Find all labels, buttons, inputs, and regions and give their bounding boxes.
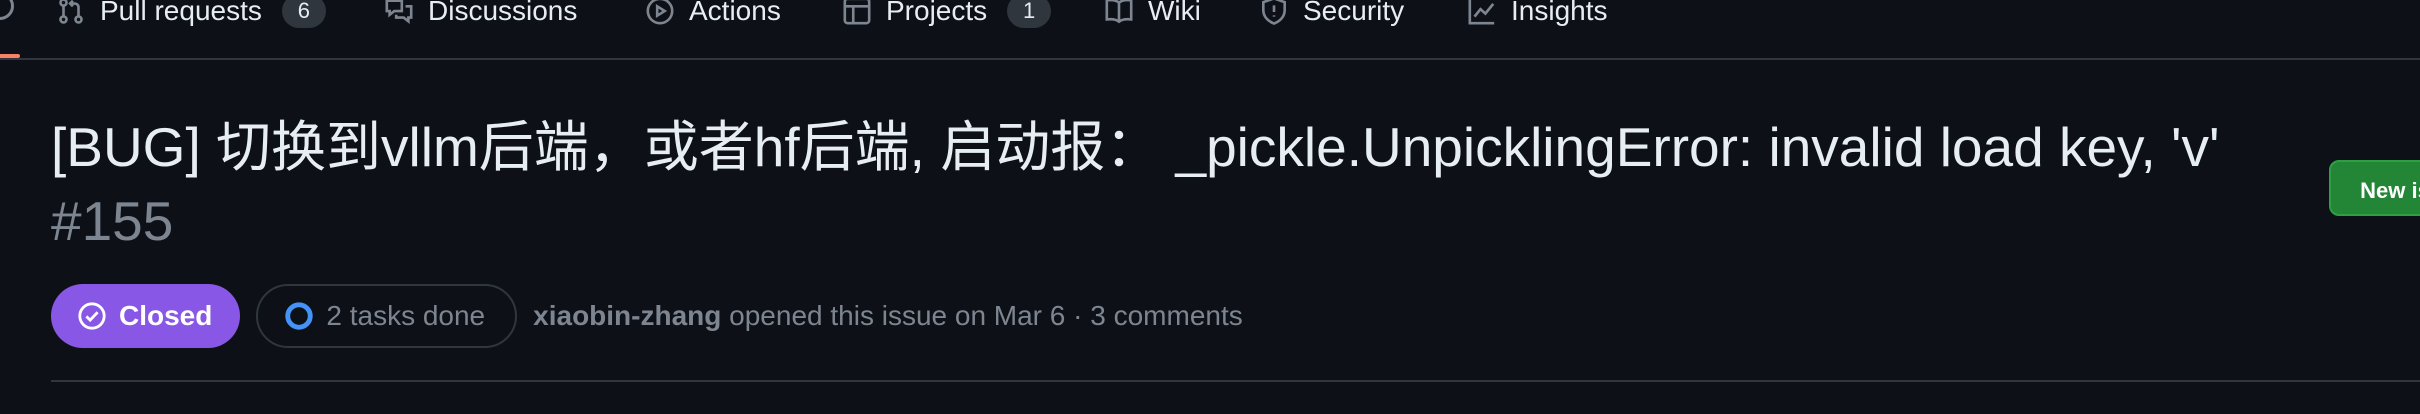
code-tab-icon[interactable]: [0, 0, 14, 20]
table-icon: [843, 0, 871, 25]
tab-discussions-label: Discussions: [428, 0, 578, 26]
header-divider: [51, 380, 2420, 382]
book-icon: [1105, 0, 1133, 24]
progress-circle-icon: [285, 302, 314, 330]
opened-text: opened this issue on Mar 6 · 3 comments: [729, 300, 1243, 331]
tab-insights[interactable]: Insights: [1467, 0, 1608, 36]
tab-projects-label: Projects: [886, 0, 988, 26]
git-pull-request-icon: [59, 0, 83, 24]
tasks-progress[interactable]: 2 tasks done: [256, 284, 518, 348]
tab-wiki-label: Wiki: [1148, 0, 1201, 26]
new-issue-button[interactable]: New is: [2329, 160, 2420, 216]
check-circle-icon: [78, 302, 106, 330]
tab-pull-requests-label: Pull requests: [100, 0, 262, 26]
tasks-progress-label: 2 tasks done: [326, 300, 486, 331]
tab-actions-label: Actions: [689, 0, 781, 26]
author-link[interactable]: xiaobin-zhang: [533, 300, 721, 331]
tab-security[interactable]: Security: [1259, 0, 1404, 36]
tab-insights-label: Insights: [1511, 0, 1608, 26]
issue-opened-info: xiaobin-zhang opened this issue on Mar 6…: [533, 300, 1243, 332]
issue-meta: Closed 2 tasks done xiaobin-zhang opened…: [51, 284, 1243, 348]
issue-title-text: [BUG] 切换到vllm后端，或者hf后端, 启动报： _pickle.Unp…: [51, 116, 2220, 178]
issue-number: #155: [51, 190, 174, 252]
pull-requests-counter: 6: [281, 0, 326, 28]
tab-security-label: Security: [1303, 0, 1405, 26]
issue-page: Pull requests 6 Discussions Actions Proj…: [0, 0, 2420, 414]
tab-projects[interactable]: Projects 1: [842, 0, 1052, 36]
projects-counter: 1: [1007, 0, 1052, 28]
tab-actions[interactable]: Actions: [645, 0, 781, 36]
status-badge: Closed: [51, 284, 241, 348]
repo-nav: Pull requests 6 Discussions Actions Proj…: [0, 0, 2420, 60]
tab-pull-requests[interactable]: Pull requests 6: [56, 0, 326, 36]
tab-wiki[interactable]: Wiki: [1104, 0, 1201, 36]
comment-discussion-icon: [385, 0, 413, 25]
graph-icon: [1468, 0, 1495, 25]
tab-discussions[interactable]: Discussions: [384, 0, 577, 36]
play-icon: [646, 0, 674, 25]
issue-title: [BUG] 切换到vllm后端，或者hf后端, 启动报： _pickle.Unp…: [51, 110, 2321, 258]
status-badge-label: Closed: [119, 300, 213, 331]
shield-icon: [1262, 0, 1286, 25]
active-tab-indicator: [0, 54, 20, 58]
